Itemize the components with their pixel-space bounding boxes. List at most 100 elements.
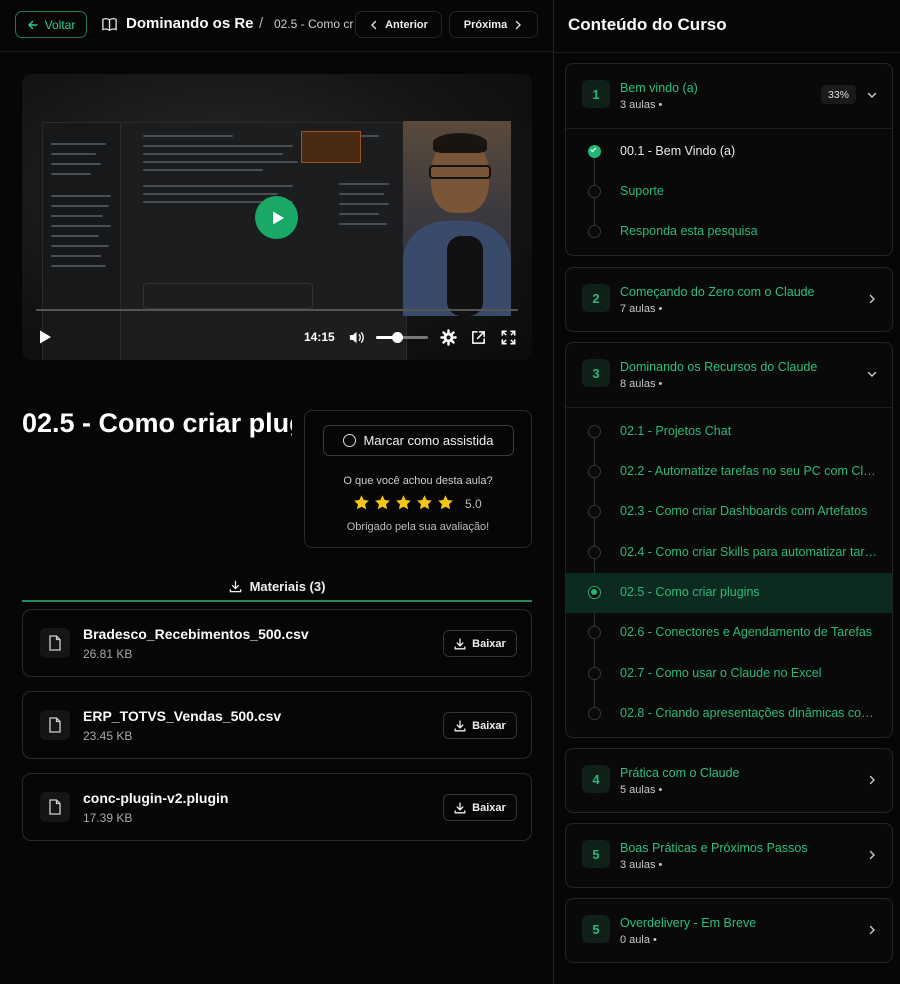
lesson-title: 02.5 - Como criar plugins	[22, 408, 292, 438]
volume-slider-handle[interactable]	[391, 332, 403, 343]
module-number: 4	[582, 765, 610, 793]
materials-tab[interactable]: Materiais (3)	[22, 572, 532, 602]
module-lesson-count: 5 aulas •	[620, 784, 663, 796]
lesson-label: 02.4 - Como criar Skills para automatiza…	[620, 545, 882, 559]
video-frame-screen	[42, 122, 407, 360]
lesson-item-active[interactable]: 02.5 - Como criar plugins	[566, 573, 892, 613]
chevron-right-icon	[869, 294, 875, 304]
play-icon[interactable]	[36, 328, 54, 346]
download-icon	[454, 719, 466, 731]
back-button[interactable]: Voltar	[15, 11, 87, 38]
circle-icon	[588, 505, 601, 518]
volume-icon[interactable]	[348, 329, 365, 346]
lesson-topbar: Voltar Dominando os Recebimentos / 02.5 …	[0, 0, 553, 52]
previous-lesson-button[interactable]: Anterior	[355, 11, 442, 38]
chevron-down-icon	[867, 371, 877, 377]
module-header[interactable]: 5 Overdelivery - Em Breve 0 aula •	[566, 899, 892, 962]
file-icon	[40, 792, 70, 822]
circle-icon	[588, 465, 601, 478]
lesson-item[interactable]: 02.6 - Conectores e Agendamento de Taref…	[566, 613, 892, 653]
lesson-item[interactable]: 02.4 - Como criar Skills para automatiza…	[566, 533, 892, 573]
previous-label: Anterior	[385, 18, 428, 31]
lesson-label: Suporte	[620, 184, 664, 198]
file-size: 26.81 KB	[83, 647, 133, 661]
back-label: Voltar	[44, 17, 76, 32]
material-file-card: Bradesco_Recebimentos_500.csv 26.81 KB B…	[22, 609, 532, 677]
picture-in-picture-icon[interactable]	[470, 329, 487, 346]
module-number: 5	[582, 840, 610, 868]
chevron-right-icon	[869, 925, 875, 935]
lesson-breadcrumb: 02.5 - Como criar plugins	[274, 17, 354, 31]
module-title: Dominando os Recursos do Claude	[620, 360, 818, 374]
module-lesson-count: 8 aulas •	[620, 378, 663, 390]
presenter-webcam	[403, 121, 511, 316]
download-button[interactable]: Baixar	[443, 630, 517, 657]
module-2: 2 Começando do Zero com o Claude 7 aulas…	[565, 267, 893, 332]
rating-value: 5.0	[465, 497, 482, 511]
lesson-rating-card: Marcar como assistida O que você achou d…	[304, 410, 532, 548]
lesson-label: 02.6 - Conectores e Agendamento de Taref…	[620, 625, 873, 639]
lesson-item[interactable]: 02.1 - Projetos Chat	[566, 412, 892, 452]
circle-icon	[588, 185, 601, 198]
lesson-item[interactable]: Responda esta pesquisa	[566, 212, 892, 252]
lesson-label: 02.2 - Automatize tarefas no seu PC com …	[620, 464, 882, 478]
module-header[interactable]: 5 Boas Práticas e Próximos Passos 3 aula…	[566, 824, 892, 887]
chevron-left-icon	[371, 20, 377, 29]
file-size: 23.45 KB	[83, 729, 133, 743]
video-progress-bar[interactable]	[36, 309, 518, 311]
lesson-item[interactable]: 02.7 - Como usar o Claude no Excel	[566, 654, 892, 694]
video-play-button[interactable]	[255, 196, 298, 239]
book-icon	[102, 18, 117, 31]
circle-icon	[343, 434, 357, 447]
download-icon	[454, 801, 466, 813]
lesson-item[interactable]: 02.3 - Como criar Dashboards com Artefat…	[566, 492, 892, 532]
module-4: 4 Prática com o Claude 5 aulas •	[565, 748, 893, 813]
download-label: Baixar	[472, 801, 506, 814]
volume-slider[interactable]	[376, 332, 428, 343]
play-icon	[273, 211, 284, 224]
module-title: Começando do Zero com o Claude	[620, 285, 815, 299]
module-header[interactable]: 3 Dominando os Recursos do Claude 8 aula…	[566, 343, 892, 407]
current-lesson-icon	[588, 586, 601, 599]
star-icon[interactable]	[437, 494, 454, 511]
course-title[interactable]: Dominando os Recebimentos	[126, 15, 254, 32]
fullscreen-icon[interactable]	[500, 329, 517, 346]
lesson-item[interactable]: Suporte	[566, 172, 892, 212]
lesson-item[interactable]: 02.2 - Automatize tarefas no seu PC com …	[566, 452, 892, 492]
mark-as-watched-button[interactable]: Marcar como assistida	[323, 425, 514, 456]
module-lesson-count: 0 aula •	[620, 934, 657, 946]
lesson-label: Responda esta pesquisa	[620, 224, 758, 238]
settings-gear-icon[interactable]	[440, 329, 457, 346]
module-lesson-count: 3 aulas •	[620, 859, 663, 871]
module-header[interactable]: 2 Começando do Zero com o Claude 7 aulas…	[566, 268, 892, 331]
module-number: 5	[582, 915, 610, 943]
lesson-label: 02.7 - Como usar o Claude no Excel	[620, 666, 822, 680]
lesson-item[interactable]: 02.8 - Criando apresentações dinâmicas c…	[566, 694, 892, 734]
sidebar-title: Conteúdo do Curso	[568, 15, 727, 34]
module-3: 3 Dominando os Recursos do Claude 8 aula…	[565, 342, 893, 738]
file-name: ERP_TOTVS_Vendas_500.csv	[83, 708, 282, 724]
module-title: Boas Práticas e Próximos Passos	[620, 841, 808, 855]
module-lesson-list: 00.1 - Bem Vindo (a) Suporte Responda es…	[566, 128, 892, 255]
video-time: 14:15	[304, 330, 335, 344]
video-player[interactable]: 14:15	[22, 74, 532, 360]
chevron-right-icon	[869, 775, 875, 785]
download-button[interactable]: Baixar	[443, 712, 517, 739]
star-icon[interactable]	[416, 494, 433, 511]
module-title: Overdelivery - Em Breve	[620, 916, 757, 930]
file-size: 17.39 KB	[83, 811, 133, 825]
download-button[interactable]: Baixar	[443, 794, 517, 821]
next-lesson-button[interactable]: Próxima	[449, 11, 538, 38]
module-header[interactable]: 4 Prática com o Claude 5 aulas •	[566, 749, 892, 812]
progress-badge: 33%	[821, 85, 856, 104]
module-header[interactable]: 1 Bem vindo (a) 3 aulas • 33%	[566, 64, 892, 128]
rating-stars[interactable]	[353, 494, 454, 511]
rating-thanks-text: Obrigado pela sua avaliação!	[346, 521, 490, 533]
module-lesson-count: 3 aulas •	[620, 99, 663, 111]
lesson-item[interactable]: 00.1 - Bem Vindo (a)	[566, 132, 892, 172]
star-icon[interactable]	[395, 494, 412, 511]
star-icon[interactable]	[353, 494, 370, 511]
file-icon	[40, 628, 70, 658]
star-icon[interactable]	[374, 494, 391, 511]
module-number: 2	[582, 284, 610, 312]
